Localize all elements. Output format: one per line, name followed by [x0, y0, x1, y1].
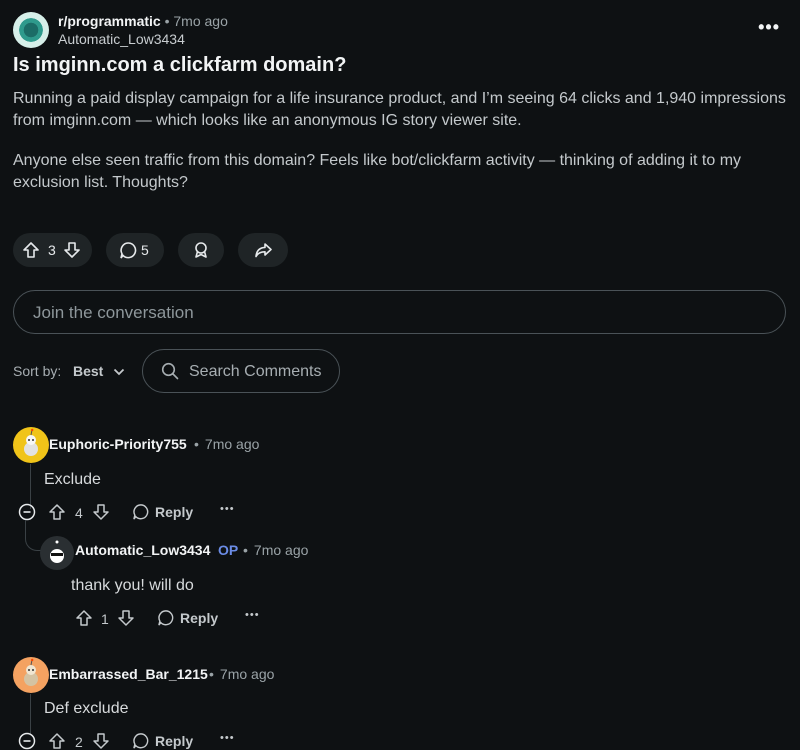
- comment-icon: [132, 732, 150, 750]
- award-icon: [192, 241, 210, 259]
- comment-time: 7mo ago: [204, 436, 260, 452]
- collapse-icon[interactable]: [18, 503, 36, 521]
- upvote-icon[interactable]: [22, 241, 40, 259]
- comment-more-button[interactable]: •••: [220, 732, 235, 744]
- post-body: Running a paid display campaign for a li…: [13, 88, 793, 194]
- comment-icon: [119, 241, 138, 260]
- post-title: Is imginn.com a clickfarm domain?: [13, 54, 347, 76]
- reply-button[interactable]: Reply: [132, 503, 193, 521]
- comment-more-button[interactable]: •••: [245, 609, 260, 621]
- reply-label: Reply: [155, 504, 194, 520]
- join-conversation-input[interactable]: Join the conversation: [13, 290, 786, 334]
- subreddit-avatar[interactable]: [13, 12, 49, 48]
- comment-icon: [132, 503, 150, 521]
- sort-dropdown[interactable]: Best: [73, 363, 125, 379]
- thread-branch: [25, 520, 41, 551]
- comment-more-button[interactable]: •••: [220, 503, 235, 515]
- post-more-button[interactable]: •••: [758, 17, 780, 38]
- share-icon: [254, 241, 273, 259]
- downvote-icon[interactable]: [92, 503, 110, 521]
- upvote-icon[interactable]: [48, 503, 66, 521]
- comment-author[interactable]: Automatic_Low3434: [75, 542, 210, 558]
- comments-button[interactable]: 5: [106, 233, 164, 267]
- post-paragraph: Anyone else seen traffic from this domai…: [13, 152, 742, 191]
- search-comments-input[interactable]: Search Comments: [142, 349, 340, 393]
- downvote-icon[interactable]: [117, 609, 135, 627]
- vote-pill: 3: [13, 233, 92, 267]
- chevron-down-icon: [113, 368, 125, 376]
- comment-text: Exclude: [44, 471, 101, 488]
- downvote-icon[interactable]: [63, 241, 81, 259]
- upvote-icon[interactable]: [48, 732, 66, 750]
- comment-text: thank you! will do: [71, 577, 194, 594]
- sort-label: Sort by:: [13, 363, 62, 379]
- comment-icon: [157, 609, 175, 627]
- join-placeholder: Join the conversation: [33, 303, 194, 322]
- reply-label: Reply: [180, 610, 219, 626]
- comment-time: 7mo ago: [219, 666, 275, 682]
- subreddit-link[interactable]: r/programmatic: [58, 13, 161, 29]
- avatar[interactable]: [13, 657, 49, 693]
- search-icon: [161, 362, 179, 380]
- post-time: 7mo ago: [173, 13, 228, 29]
- thread-line: [30, 694, 31, 734]
- comment-vote-count: 4: [75, 505, 83, 521]
- reply-button[interactable]: Reply: [132, 732, 193, 750]
- post-author[interactable]: Automatic_Low3434: [58, 31, 185, 47]
- comment-vote-count: 1: [101, 611, 109, 627]
- avatar[interactable]: [13, 427, 49, 463]
- collapse-icon[interactable]: [18, 732, 36, 750]
- post-meta: r/programmatic • 7mo ago: [58, 13, 228, 29]
- op-badge: OP: [218, 542, 239, 558]
- share-button[interactable]: [238, 233, 288, 267]
- award-button[interactable]: [178, 233, 224, 267]
- reply-label: Reply: [155, 733, 194, 749]
- comment-count: 5: [141, 242, 149, 258]
- sort-value: Best: [73, 363, 104, 379]
- avatar[interactable]: [40, 536, 74, 570]
- reply-button[interactable]: Reply: [157, 609, 218, 627]
- comment-author[interactable]: Embarrassed_Bar_1215: [49, 666, 208, 682]
- upvote-icon[interactable]: [75, 609, 93, 627]
- downvote-icon[interactable]: [92, 732, 110, 750]
- post-vote-count: 3: [48, 242, 56, 258]
- comment-author[interactable]: Euphoric-Priority755: [49, 436, 187, 452]
- comment-time: 7mo ago: [253, 542, 309, 558]
- post-paragraph: Running a paid display campaign for a li…: [13, 90, 786, 129]
- comment-text: Def exclude: [44, 700, 129, 717]
- search-placeholder: Search Comments: [189, 363, 322, 380]
